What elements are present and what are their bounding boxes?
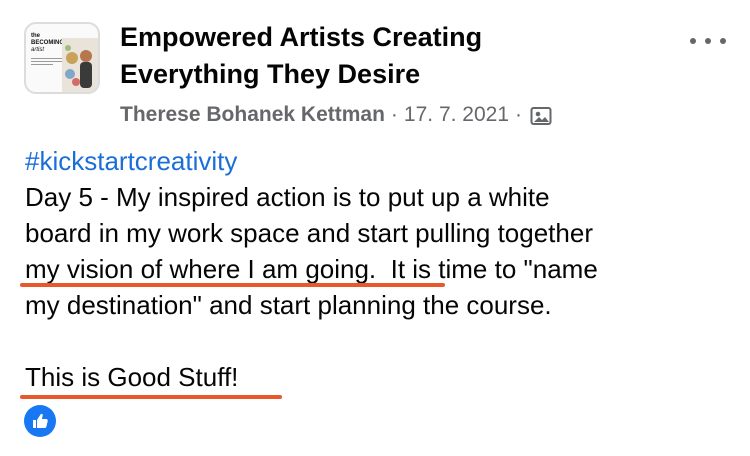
group-title-line[interactable]: Empowered Artists Creating [120,19,580,56]
post-line: board in my work space and start pulling… [25,218,593,248]
avatar-logo: the BECOMING artist [31,33,64,54]
post-date[interactable]: 17. 7. 2021 [404,100,509,130]
meta-separator: · [390,103,398,126]
highlight-underline [20,395,282,399]
more-options-icon[interactable] [690,34,726,48]
avatar-logo-line: artist [31,47,45,53]
post-line: my vision of where I am going. It is tim… [25,254,598,284]
post-line: my destination" and start planning the c… [25,290,552,320]
thumbs-up-icon[interactable] [24,405,56,437]
post-meta: Therese Bohanek Kettman · 17. 7. 2021 · [120,100,552,130]
group-title[interactable]: Empowered Artists Creating Everything Th… [120,19,580,93]
meta-separator: · [515,103,523,126]
avatar-photo [62,38,98,92]
avatar-logo-line: the [31,33,40,39]
group-title-line[interactable]: Everything They Desire [120,56,580,93]
group-avatar[interactable]: the BECOMING artist [24,22,100,94]
author-name[interactable]: Therese Bohanek Kettman [120,100,385,130]
avatar-fine-print [31,58,63,67]
post-line: Day 5 - My inspired action is to put up … [25,182,550,212]
hashtag-link[interactable]: #kickstartcreativity [25,143,730,179]
avatar-logo-line: BECOMING [31,40,64,46]
post-closing-line: This is Good Stuff! [25,362,239,392]
post-body: #kickstartcreativity Day 5 - My inspired… [25,143,730,395]
photo-frame-icon [530,105,552,125]
highlight-underline [20,283,445,287]
